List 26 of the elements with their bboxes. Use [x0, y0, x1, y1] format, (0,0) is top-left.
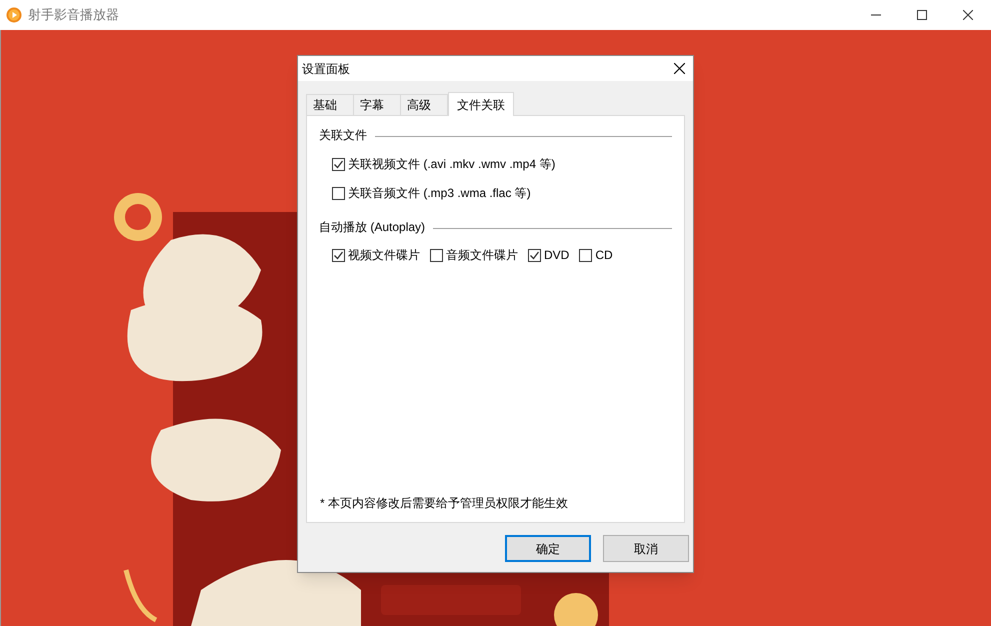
group-heading: 自动播放 (Autoplay)	[319, 219, 426, 236]
checkbox[interactable]	[332, 158, 345, 170]
dialog-title: 设置面板	[302, 60, 350, 78]
note-text: * 本页内容修改后需要给予管理员权限才能生效	[320, 495, 570, 512]
close-icon	[674, 63, 684, 74]
checkbox[interactable]	[528, 248, 541, 262]
checkbox-label: DVD	[544, 247, 570, 264]
window-title: 射手影音播放器	[28, 6, 119, 24]
checkbox[interactable]	[332, 248, 345, 262]
checkbox[interactable]	[332, 186, 345, 200]
cancel-button[interactable]: 取消	[603, 535, 689, 562]
checkbox-label: 关联视频文件 (.avi .mkv .wmv .mp4 等)	[348, 156, 556, 173]
checkbox-label: CD	[595, 247, 613, 264]
checkbox[interactable]	[579, 248, 592, 262]
app-logo-icon	[6, 7, 22, 23]
checkbox-label: 音频文件碟片	[446, 247, 518, 264]
maximize-icon	[917, 10, 927, 20]
group-heading: 关联文件	[319, 127, 367, 144]
checkbox-label: 关联音频文件 (.mp3 .wma .flac 等)	[348, 185, 531, 202]
tab[interactable]: 高级	[400, 94, 448, 115]
tab[interactable]: 基础	[306, 94, 354, 115]
tab[interactable]: 文件关联	[448, 92, 514, 116]
close-icon	[963, 10, 973, 20]
ok-button[interactable]: 确定	[505, 535, 591, 562]
checkbox[interactable]	[430, 248, 443, 262]
checkbox-label: 视频文件碟片	[348, 247, 420, 264]
